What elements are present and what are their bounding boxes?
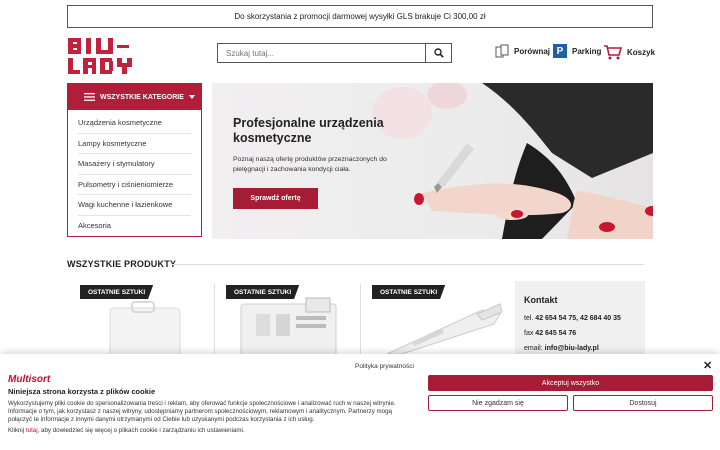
privacy-policy-link[interactable]: Polityka prywatności [355, 363, 414, 370]
last-items-badge: OSTATNIE SZTUKI [372, 285, 446, 299]
compare-icon [495, 44, 509, 58]
accept-all-button[interactable]: Akceptuj wszystko [428, 375, 713, 391]
hero-title: Profesjonalne urządzenia kosmetyczne [233, 116, 384, 145]
cart-link[interactable]: Koszyk [603, 44, 655, 60]
cart-icon [604, 45, 622, 60]
category-item[interactable]: Wagi kuchenne i łazienkowe [78, 195, 191, 216]
promo-text: Do skorzystania z promocji darmowej wysy… [234, 12, 486, 21]
multisort-logo: Multisort [8, 374, 51, 385]
product-card[interactable]: OSTATNIE SZTUKI [372, 284, 512, 354]
search-bar [217, 43, 452, 63]
hero-text: Poznaj naszą ofertę produktów przeznaczo… [233, 156, 387, 173]
cart-label: Koszyk [627, 47, 656, 57]
chevron-down-icon [188, 95, 195, 99]
cookie-title: Niniejsza strona korzysta z plików cooki… [8, 387, 156, 396]
category-item[interactable]: Pulsometry i ciśnieniomierze [78, 175, 191, 195]
search-input[interactable] [218, 44, 425, 62]
section-title: WSZYSTKIE PRODUKTY [67, 259, 177, 269]
product-card[interactable]: OSTATNIE SZTUKI [226, 284, 366, 354]
contact-title: Kontakt [524, 295, 558, 305]
last-items-badge: OSTATNIE SZTUKI [80, 285, 154, 299]
promo-bar: Do skorzystania z promocji darmowej wysy… [67, 5, 653, 28]
product-divider [360, 284, 361, 354]
parking-label: Parking [572, 46, 602, 56]
close-icon[interactable]: ✕ [703, 359, 712, 372]
category-item[interactable]: Urządzenia kosmetyczne [78, 113, 191, 134]
hero-banner: Profesjonalne urządzenia kosmetyczne Poz… [212, 83, 653, 239]
contact-fax: fax 42 645 54 76 [524, 330, 577, 337]
customize-button[interactable]: Dostosuj [573, 395, 713, 411]
product-card[interactable]: OSTATNIE SZTUKI [80, 284, 220, 354]
biu-lady-logo[interactable] [67, 37, 139, 75]
reject-button[interactable]: Nie zgadzam się [428, 395, 568, 411]
product-image [109, 301, 181, 354]
hero-cta-button[interactable]: Sprawdź ofertę [233, 188, 318, 209]
all-categories-button[interactable]: WSZYSTKIE KATEGORIE [68, 84, 201, 110]
cookie-more-info: Kliknij tutaj, aby dowiedzieć się więcej… [8, 427, 245, 434]
contact-phone: tel. 42 654 54 75, 42 684 40 35 [524, 315, 621, 322]
hamburger-icon [84, 93, 95, 101]
compare-link[interactable]: Porównaj [495, 44, 550, 58]
hero-image-hands [372, 83, 653, 239]
search-icon [433, 48, 444, 58]
product-image [240, 297, 337, 354]
contact-box: Kontakt tel. 42 654 54 75, 42 684 40 35 … [515, 281, 645, 354]
cookie-banner: Multisort Polityka prywatności ✕ Niniejs… [0, 354, 720, 450]
product-image [386, 303, 503, 354]
parking-link[interactable]: P Parking [553, 44, 601, 58]
compare-label: Porównaj [514, 46, 551, 56]
parking-icon: P [553, 44, 567, 58]
section-divider [172, 264, 644, 265]
search-button[interactable] [425, 44, 451, 62]
cookie-text: Wykorzystujemy pliki cookie do spersonal… [8, 400, 396, 423]
category-item[interactable]: Akcesoria [78, 216, 191, 237]
category-menu: WSZYSTKIE KATEGORIE Urządzenia kosmetycz… [67, 83, 202, 237]
category-item[interactable]: Lampy kosmetyczne [78, 134, 191, 154]
all-categories-label: WSZYSTKIE KATEGORIE [100, 93, 184, 101]
last-items-badge: OSTATNIE SZTUKI [226, 285, 300, 299]
product-divider [214, 284, 215, 354]
category-item[interactable]: Masażery i stymulatory [78, 154, 191, 175]
cookie-more-link[interactable]: tutaj [26, 427, 38, 434]
